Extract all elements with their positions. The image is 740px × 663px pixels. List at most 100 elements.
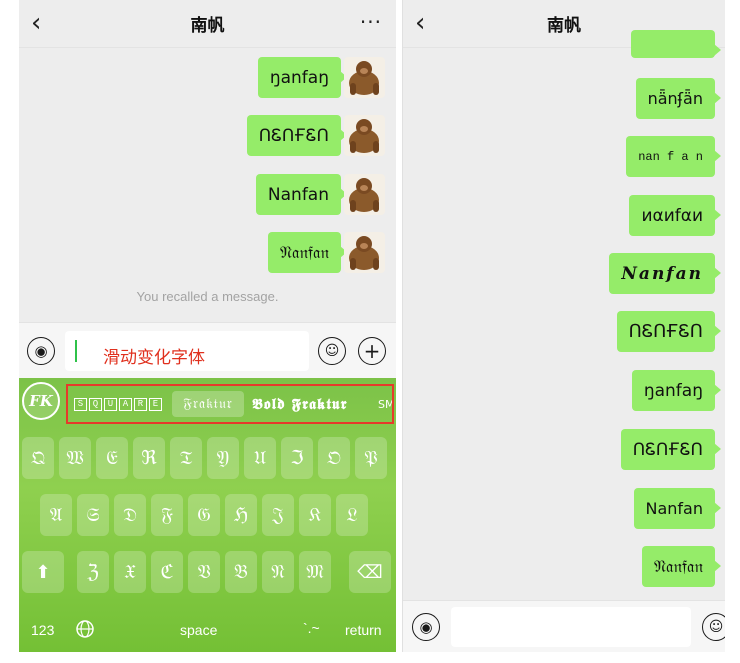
key[interactable]: 𝔗 [170,437,202,479]
space-key[interactable]: space [180,622,217,638]
right-chat-screen: ‹ 南帆 nǟnʄǟn nan f a n иαиfαи 𝑵𝒂𝒏𝒇𝒂𝒏 ՈᏋՈҒ… [402,0,725,652]
avatar[interactable] [344,57,385,98]
message-bubble[interactable]: ՈᏋՈҒᏋՈ [246,115,348,156]
message-text: nǟnʄǟn [647,89,703,108]
message-input[interactable]: 滑动变化字体 [65,331,309,371]
message-bubble[interactable]: ŋanfaŋ [631,370,722,411]
message-text: 𝔑𝔞𝔫𝔣𝔞𝔫 [653,556,703,577]
message-text: 𝔑𝔞𝔫𝔣𝔞𝔫 [279,242,329,263]
voice-icon[interactable]: ◉ [412,613,440,641]
message-bubble[interactable]: ՈᏋՈҒᏋՈ [620,429,722,470]
emoji-icon[interactable]: ☺ [702,613,725,641]
key[interactable]: 𝔊 [188,494,220,536]
message-text: ՈᏋՈҒᏋՈ [258,125,329,146]
avatar[interactable] [344,232,385,273]
input-hint: 滑动变化字体 [103,348,205,367]
message-bubble[interactable]: Nanfan [255,174,348,215]
gorilla-avatar-icon [349,61,379,95]
key[interactable]: 𝔎 [299,494,331,536]
text-caret [75,340,77,362]
message-bubble[interactable]: ŋanfaŋ [257,57,348,98]
key[interactable]: 𝔏 [336,494,368,536]
message-bubble[interactable]: ՈᏋՈҒᏋՈ [616,311,722,352]
delete-icon[interactable]: ⌫ [349,551,391,593]
key[interactable]: 𝔔 [22,437,54,479]
back-icon[interactable]: ‹ [31,8,41,38]
key[interactable]: 𝔐 [299,551,331,593]
gorilla-avatar-icon [349,236,379,270]
more-icon[interactable]: ··· [360,10,382,34]
font-style-strip[interactable]: S Q U A R E 𝔉𝔯𝔞𝔨𝔱𝔲𝔯 𝕭𝖔𝖑𝖉 𝕱𝖗𝖆𝖐𝖙𝖚𝖗 SM [66,384,394,424]
message-text: 𝑵𝒂𝒏𝒇𝒂𝒏 [621,263,703,284]
key[interactable]: ℜ [133,437,165,479]
key[interactable]: 𝔉 [151,494,183,536]
input-bar: ◉ 滑动变化字体 ☺ + [19,322,396,378]
key[interactable]: ℑ [281,437,313,479]
chat-title: 南帆 [547,16,581,35]
key[interactable]: 𝔘 [244,437,276,479]
globe-icon[interactable] [75,619,95,644]
message-text: nan f a n [638,149,703,164]
key[interactable]: 𝔚 [59,437,91,479]
input-bar: ◉ ☺ [403,600,725,652]
message-bubble[interactable]: nan f a n [626,136,721,177]
message-bubble[interactable]: Nanfan [633,488,721,529]
square-letter: A [119,397,132,411]
message-bubble[interactable]: 𝑵𝒂𝒏𝒇𝒂𝒏 [609,253,721,294]
style-bold-fraktur[interactable]: 𝕭𝖔𝖑𝖉 𝕱𝖗𝖆𝖐𝖙𝖚𝖗 [252,391,347,417]
message-bubble[interactable] [631,30,721,58]
voice-icon[interactable]: ◉ [27,337,55,365]
message-text: ŋanfaŋ [269,67,329,88]
plus-icon[interactable]: + [358,337,386,365]
key[interactable]: 𝔈 [96,437,128,479]
style-square[interactable]: S Q U A R E [74,391,162,417]
nav-bar: ‹ 南帆 ··· [19,0,396,48]
square-letter: U [104,397,117,411]
chat-title: 南帆 [190,16,225,35]
recall-notice: You recalled a message. [136,289,279,304]
message-text: Nanfan [267,184,329,205]
key[interactable]: 𝔄 [40,494,72,536]
message-bubble[interactable]: 𝔑𝔞𝔫𝔣𝔞𝔫 [267,232,348,273]
key[interactable]: ℨ [77,551,109,593]
message-text: ŋanfaŋ [643,380,703,401]
left-chat-screen: ‹ 南帆 ··· ŋanfaŋ ՈᏋՈҒᏋՈ Nanfan 𝔑𝔞𝔫𝔣𝔞𝔫 You… [19,0,396,652]
message-text: Nanfan [645,499,704,518]
message-bubble[interactable]: иαиfαи [629,195,721,236]
key[interactable]: 𝔇 [114,494,146,536]
square-letter: E [149,397,162,411]
message-bubble[interactable]: nǟnʄǟn [635,78,722,119]
key[interactable]: 𝔖 [77,494,109,536]
avatar[interactable] [344,115,385,156]
key[interactable]: 𝔅 [225,551,257,593]
square-letter: Q [89,397,102,411]
gorilla-avatar-icon [349,178,379,212]
key[interactable]: 𝔒 [318,437,350,479]
message-text: ՈᏋՈҒᏋՈ [628,321,703,342]
style-fraktur[interactable]: 𝔉𝔯𝔞𝔨𝔱𝔲𝔯 [172,391,244,417]
return-key[interactable]: return [345,622,382,638]
style-small[interactable]: SM [378,391,392,417]
back-icon[interactable]: ‹ [415,8,425,38]
key[interactable]: 𝔙 [188,551,220,593]
shift-icon[interactable]: ⬆ [22,551,64,593]
numbers-key[interactable]: 123 [31,622,54,638]
key[interactable]: 𝔑 [262,551,294,593]
message-input[interactable] [451,607,691,647]
avatar[interactable] [344,174,385,215]
key[interactable]: 𝔓 [355,437,387,479]
key[interactable]: ℌ [225,494,257,536]
key[interactable]: 𝔍 [262,494,294,536]
punctuation-key[interactable]: `.~ [303,620,320,636]
gorilla-avatar-icon [349,119,379,153]
keyboard-logo-button[interactable]: FK [22,382,60,420]
square-letter: S [74,397,87,411]
key[interactable]: 𝔛 [114,551,146,593]
key[interactable]: ℭ [151,551,183,593]
square-letter: R [134,397,147,411]
message-text: ՈᏋՈҒᏋՈ [632,439,703,460]
emoji-icon[interactable]: ☺ [318,337,346,365]
message-bubble[interactable]: 𝔑𝔞𝔫𝔣𝔞𝔫 [641,546,722,587]
key[interactable]: 𝔜 [207,437,239,479]
message-text: иαиfαи [641,205,703,226]
